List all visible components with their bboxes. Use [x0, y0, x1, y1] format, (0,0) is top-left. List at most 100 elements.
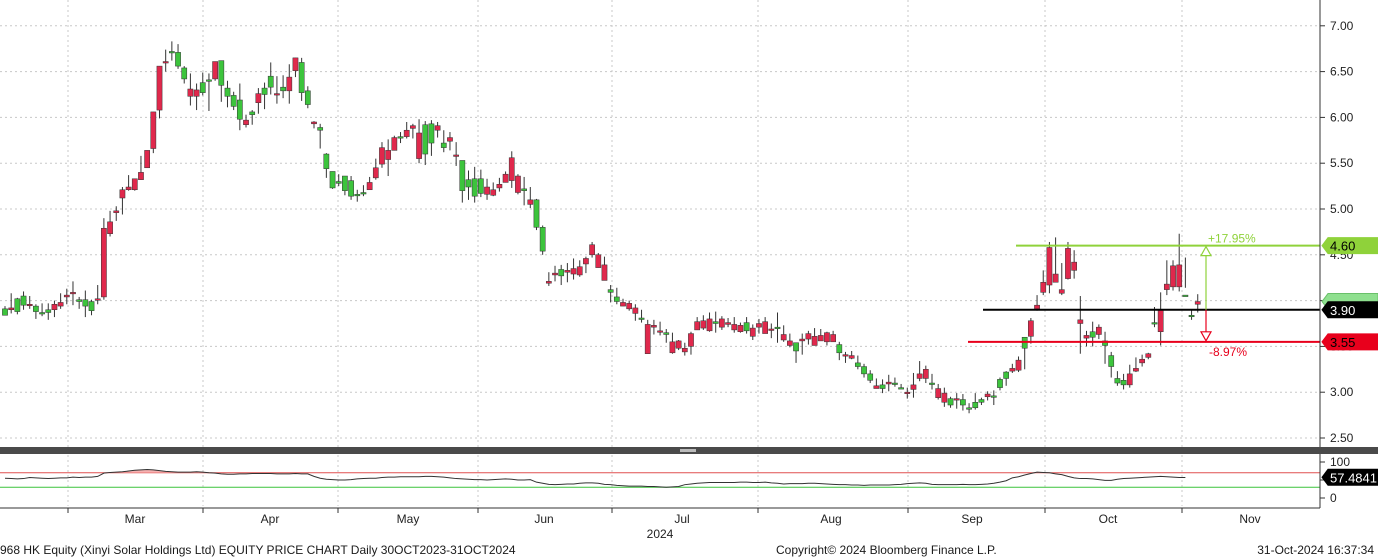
panel-divider-grip: [680, 449, 696, 452]
candle-up: [236, 99, 243, 120]
candle-up: [76, 299, 83, 302]
candle-down: [564, 270, 571, 273]
candle-down: [1145, 353, 1152, 358]
downside-arrow-head: [1199, 331, 1213, 343]
candle-down: [787, 340, 793, 346]
candle-down: [1009, 368, 1016, 372]
candle-up: [743, 322, 750, 332]
candle-down: [484, 186, 490, 195]
upside-arrow-head: [1199, 245, 1213, 257]
month-label: Sep: [961, 512, 983, 526]
price-tick-label: 5.50: [1330, 156, 1354, 170]
candle-down: [1126, 373, 1133, 386]
candle-up: [249, 111, 256, 115]
candle-up: [218, 60, 225, 86]
month-label: Oct: [1099, 512, 1118, 526]
month-label: May: [397, 512, 420, 526]
candle-down: [848, 355, 855, 359]
candle-down: [366, 182, 373, 191]
candle-down: [830, 334, 836, 343]
candle-up: [607, 289, 614, 293]
candle-down: [1096, 326, 1102, 335]
candle-up: [478, 178, 484, 194]
candle-down: [904, 391, 911, 394]
candle-down: [700, 320, 707, 329]
month-label: Apr: [261, 512, 280, 526]
candle-down: [1015, 359, 1022, 371]
candle-down: [379, 147, 385, 165]
candle-down: [1058, 289, 1065, 294]
candle-down: [255, 93, 262, 103]
candle-down: [490, 189, 497, 196]
rsi-tick-label: 100: [1330, 455, 1350, 469]
candle-up: [712, 321, 719, 324]
candle-down: [632, 307, 639, 314]
candle-up: [854, 362, 861, 367]
neckline-tag-label: 3.90: [1330, 303, 1355, 318]
candle-down: [150, 111, 157, 149]
footer-left: 968 HK Equity (Xinyi Solar Holdings Ltd)…: [0, 543, 516, 557]
candle-down: [70, 292, 76, 295]
candle-down: [508, 157, 515, 181]
month-label: Mar: [125, 512, 146, 526]
rsi-last-tag-label: 57.4841: [1330, 470, 1377, 485]
candle-down: [552, 272, 558, 276]
candle-down: [101, 227, 107, 298]
candle-down: [1083, 335, 1090, 339]
candle-down: [286, 76, 293, 92]
candle-down: [1133, 368, 1139, 372]
candle-down: [1077, 319, 1084, 324]
candle-down: [681, 347, 688, 353]
candle-up: [638, 317, 645, 320]
candle-down: [583, 258, 589, 265]
candle-down: [1139, 358, 1145, 364]
candle-down: [910, 384, 917, 390]
candle-down: [545, 281, 552, 284]
candle-down: [416, 132, 422, 159]
candle-up: [360, 192, 367, 195]
price-tick-label: 2.50: [1330, 431, 1354, 445]
candle-down: [144, 150, 150, 169]
candle-up: [1120, 380, 1127, 386]
candle-down: [756, 323, 762, 328]
candle-up: [558, 269, 565, 277]
candle-up: [20, 295, 27, 306]
candle-up: [206, 79, 212, 82]
candle-down: [434, 125, 441, 131]
rsi-panel: [0, 469, 1320, 488]
candle-down: [1071, 261, 1077, 271]
year-label: 2024: [647, 527, 674, 540]
candle-down: [1028, 320, 1034, 337]
candle-up: [317, 127, 324, 131]
candle-up: [14, 298, 21, 312]
candle-down: [212, 61, 218, 80]
support-resistance-lines: +17.95% -8.97%: [968, 232, 1320, 359]
candle-down: [576, 266, 583, 276]
candle-down: [601, 264, 608, 281]
candle-up: [774, 326, 781, 329]
candle-up: [1114, 378, 1121, 384]
candle-down: [688, 333, 694, 347]
candle-up: [1089, 331, 1096, 338]
candle-down: [94, 298, 101, 301]
candle-up: [972, 402, 979, 409]
candle-down: [731, 324, 738, 331]
candle-down: [8, 307, 15, 311]
rsi-grid: [67, 455, 1183, 506]
upside-pct-label: +17.95%: [1208, 232, 1256, 246]
price-tick-label: 6.50: [1330, 65, 1354, 79]
candle-down: [768, 328, 775, 331]
candle-down: [187, 88, 194, 97]
candle-down: [515, 175, 521, 193]
candle-down: [403, 129, 410, 137]
candle-down: [138, 172, 144, 180]
candle-up: [613, 296, 620, 302]
candle-up: [861, 366, 867, 375]
candle-down: [885, 381, 892, 385]
candle-up: [978, 399, 985, 403]
candle-up: [879, 384, 886, 389]
candle-up: [836, 344, 843, 354]
candle-down: [311, 121, 317, 125]
candle-down: [780, 334, 787, 341]
candle-down: [873, 385, 880, 389]
